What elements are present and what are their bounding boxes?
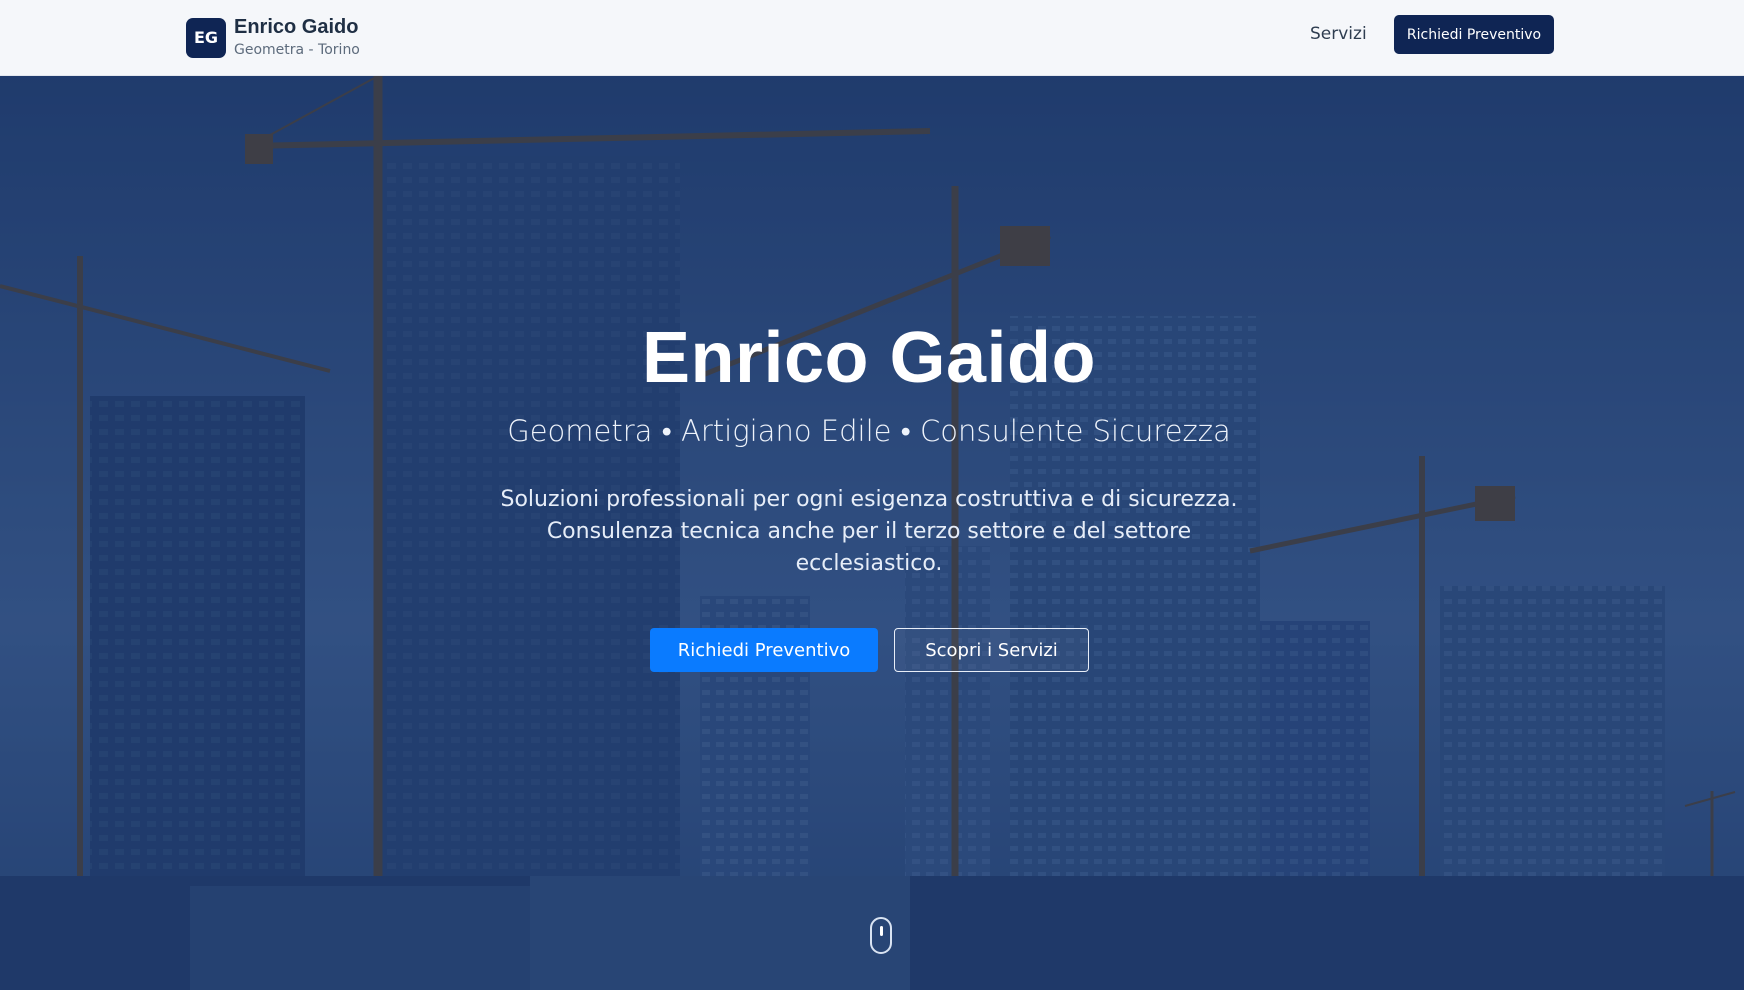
page-edge <box>1744 0 1753 990</box>
hero-quote-button[interactable]: Richiedi Preventivo <box>650 628 878 672</box>
nav-link-servizi[interactable]: Servizi <box>1310 24 1367 44</box>
brand-name[interactable]: Enrico Gaido <box>234 15 360 39</box>
hero-section: Enrico Gaido Geometra • Artigiano Edile … <box>0 76 1744 990</box>
header-quote-button[interactable]: Richiedi Preventivo <box>1394 15 1554 54</box>
hero-title: Enrico Gaido <box>641 318 1097 398</box>
hero-description: Soluzioni professionali per ogni esigenz… <box>500 487 1238 576</box>
hero-services-button[interactable]: Scopri i Servizi <box>894 628 1089 672</box>
brand-text: Enrico Gaido Geometra - Torino <box>234 15 360 60</box>
site-header: EG Enrico Gaido Geometra - Torino Serviz… <box>0 0 1744 76</box>
brand[interactable]: EG Enrico Gaido Geometra - Torino <box>186 15 360 60</box>
hero-tagline: Geometra • Artigiano Edile • Consulente … <box>507 414 1231 448</box>
brand-subtitle: Geometra - Torino <box>234 42 360 58</box>
mouse-scroll-icon[interactable] <box>870 917 892 954</box>
logo-badge[interactable]: EG <box>186 17 226 58</box>
scroll-dot <box>880 926 883 936</box>
